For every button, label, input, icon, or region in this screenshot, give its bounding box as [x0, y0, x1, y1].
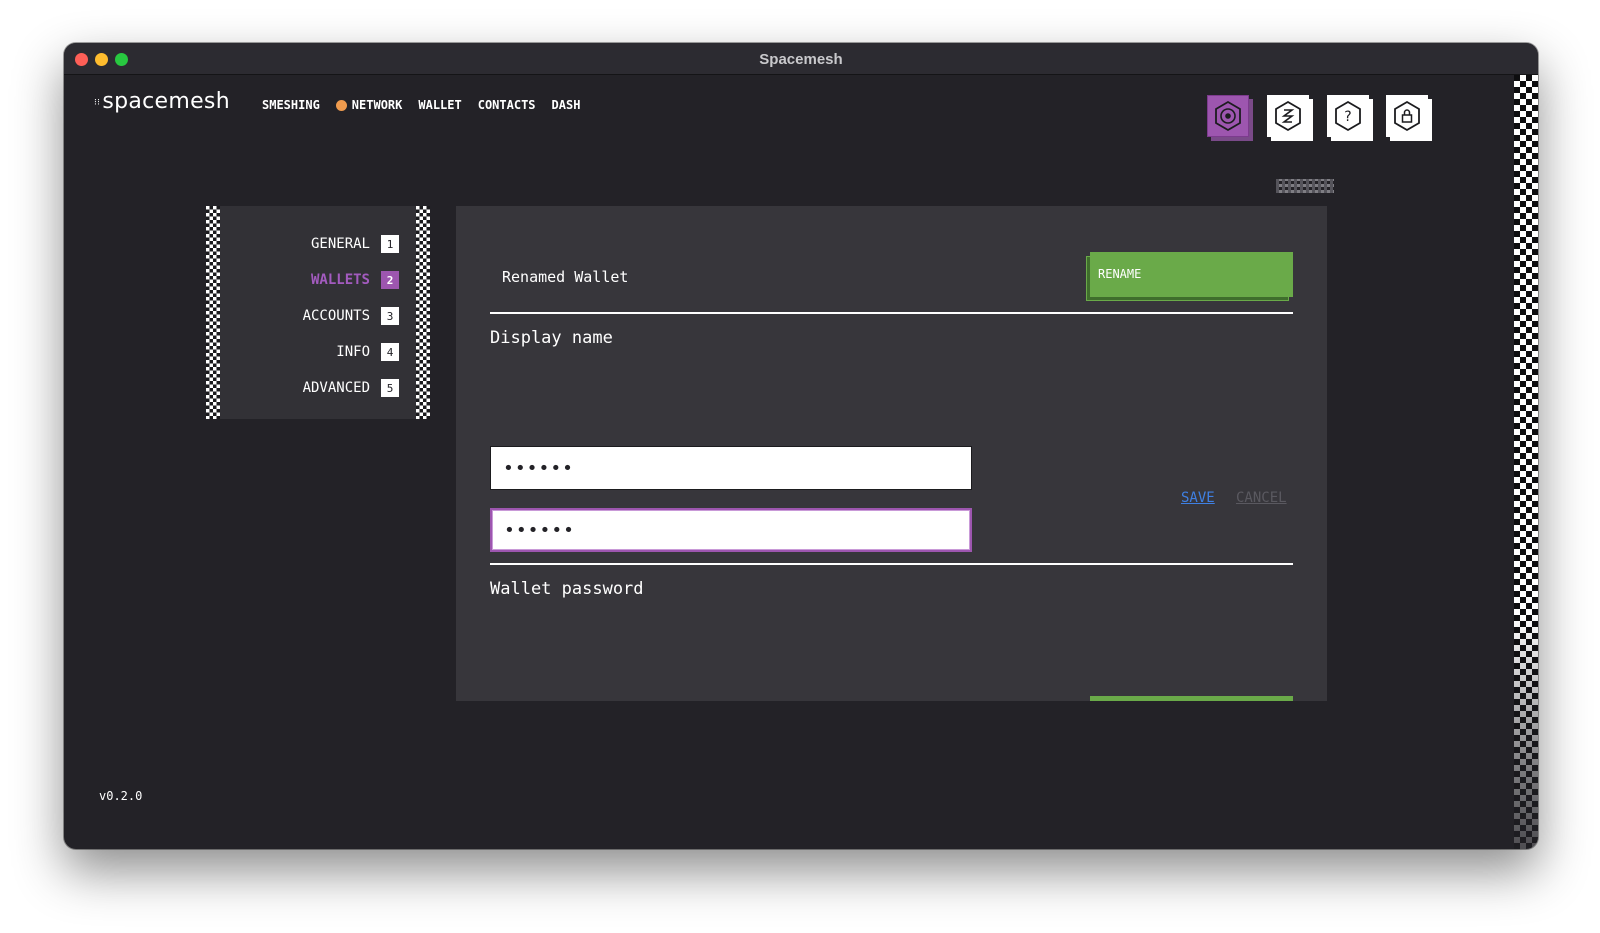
title-bar: Spacemesh [64, 43, 1538, 75]
logo-text: spacemesh [102, 89, 230, 114]
password-input[interactable] [490, 446, 972, 490]
window-title: Spacemesh [759, 51, 843, 68]
menu-item-wallets[interactable]: WALLETS 2 [311, 270, 399, 290]
menu-item-accounts[interactable]: ACCOUNTS 3 [303, 306, 399, 326]
menu-item-label: ADVANCED [302, 380, 370, 396]
menu-item-advanced[interactable]: ADVANCED 5 [303, 378, 399, 398]
nav-dash-label: DASH [551, 98, 581, 112]
top-nav: SMESHING NETWORK WALLET CONTACTS DASH [262, 98, 580, 112]
settings-button[interactable] [1207, 95, 1249, 137]
menu-item-label: GENERAL [310, 236, 370, 252]
settings-side-menu: GENERAL 1 WALLETS 2 ACCOUNTS 3 INFO 4 AD… [206, 206, 430, 419]
network-status-dot-icon [335, 99, 347, 111]
menu-item-label: ACCOUNTS [302, 308, 370, 324]
smesh-coin-button[interactable] [1267, 95, 1309, 137]
menu-item-number: 3 [381, 307, 399, 325]
side-menu-left-edge [206, 206, 220, 419]
smesh-coin-icon [1275, 100, 1301, 132]
logo-mark-icon: ⁝⁝ [94, 98, 101, 108]
nav-dash[interactable]: DASH [552, 98, 581, 112]
display-name-label: Display name [490, 328, 613, 348]
menu-item-number: 5 [381, 379, 399, 397]
wallet-password-label: Wallet password [490, 579, 644, 599]
svg-text:?: ? [1344, 109, 1351, 125]
section-divider [490, 563, 1293, 565]
help-icon: ? [1335, 100, 1361, 132]
rename-button[interactable]: RENAME [1090, 252, 1293, 297]
save-button[interactable]: SAVE [1181, 490, 1215, 506]
nav-network-label: NETWORK [351, 98, 403, 112]
menu-item-label: WALLETS [310, 272, 370, 288]
wallets-settings-panel: Renamed Wallet RENAME Display name SAVE … [456, 206, 1327, 701]
menu-item-number: 2 [381, 271, 399, 289]
menu-item-info[interactable]: INFO 4 [336, 342, 399, 362]
settings-icon [1215, 100, 1241, 132]
decorative-checker-strip [1514, 75, 1538, 849]
app-window: Spacemesh ⁝⁝spacemesh SMESHING NETWORK W… [64, 43, 1538, 849]
cancel-button[interactable]: CANCEL [1236, 490, 1287, 506]
decorative-pixel-bar [1276, 179, 1334, 193]
nav-wallet-label: WALLET [418, 98, 462, 112]
spacemesh-logo: ⁝⁝spacemesh [94, 89, 230, 114]
nav-wallet[interactable]: WALLET [418, 98, 461, 112]
app-version: v0.2.0 [99, 789, 143, 803]
confirm-password-input[interactable] [490, 508, 972, 552]
help-button[interactable]: ? [1327, 95, 1369, 137]
menu-item-number: 4 [381, 343, 399, 361]
side-menu-right-edge [416, 206, 430, 419]
menu-item-label: INFO [336, 344, 370, 360]
section-divider [490, 312, 1293, 314]
nav-smeshing[interactable]: SMESHING [262, 98, 320, 112]
wallet-name-text: Renamed Wallet [502, 268, 629, 286]
menu-item-general[interactable]: GENERAL 1 [311, 234, 399, 254]
menu-item-number: 1 [381, 235, 399, 253]
offscreen-action-button[interactable] [1090, 696, 1293, 701]
nav-network[interactable]: NETWORK [335, 98, 403, 112]
lock-button[interactable] [1386, 95, 1428, 137]
nav-smeshing-label: SMESHING [262, 98, 320, 112]
nav-contacts[interactable]: CONTACTS [478, 98, 536, 112]
lock-icon [1394, 100, 1420, 132]
nav-contacts-label: CONTACTS [477, 98, 536, 112]
